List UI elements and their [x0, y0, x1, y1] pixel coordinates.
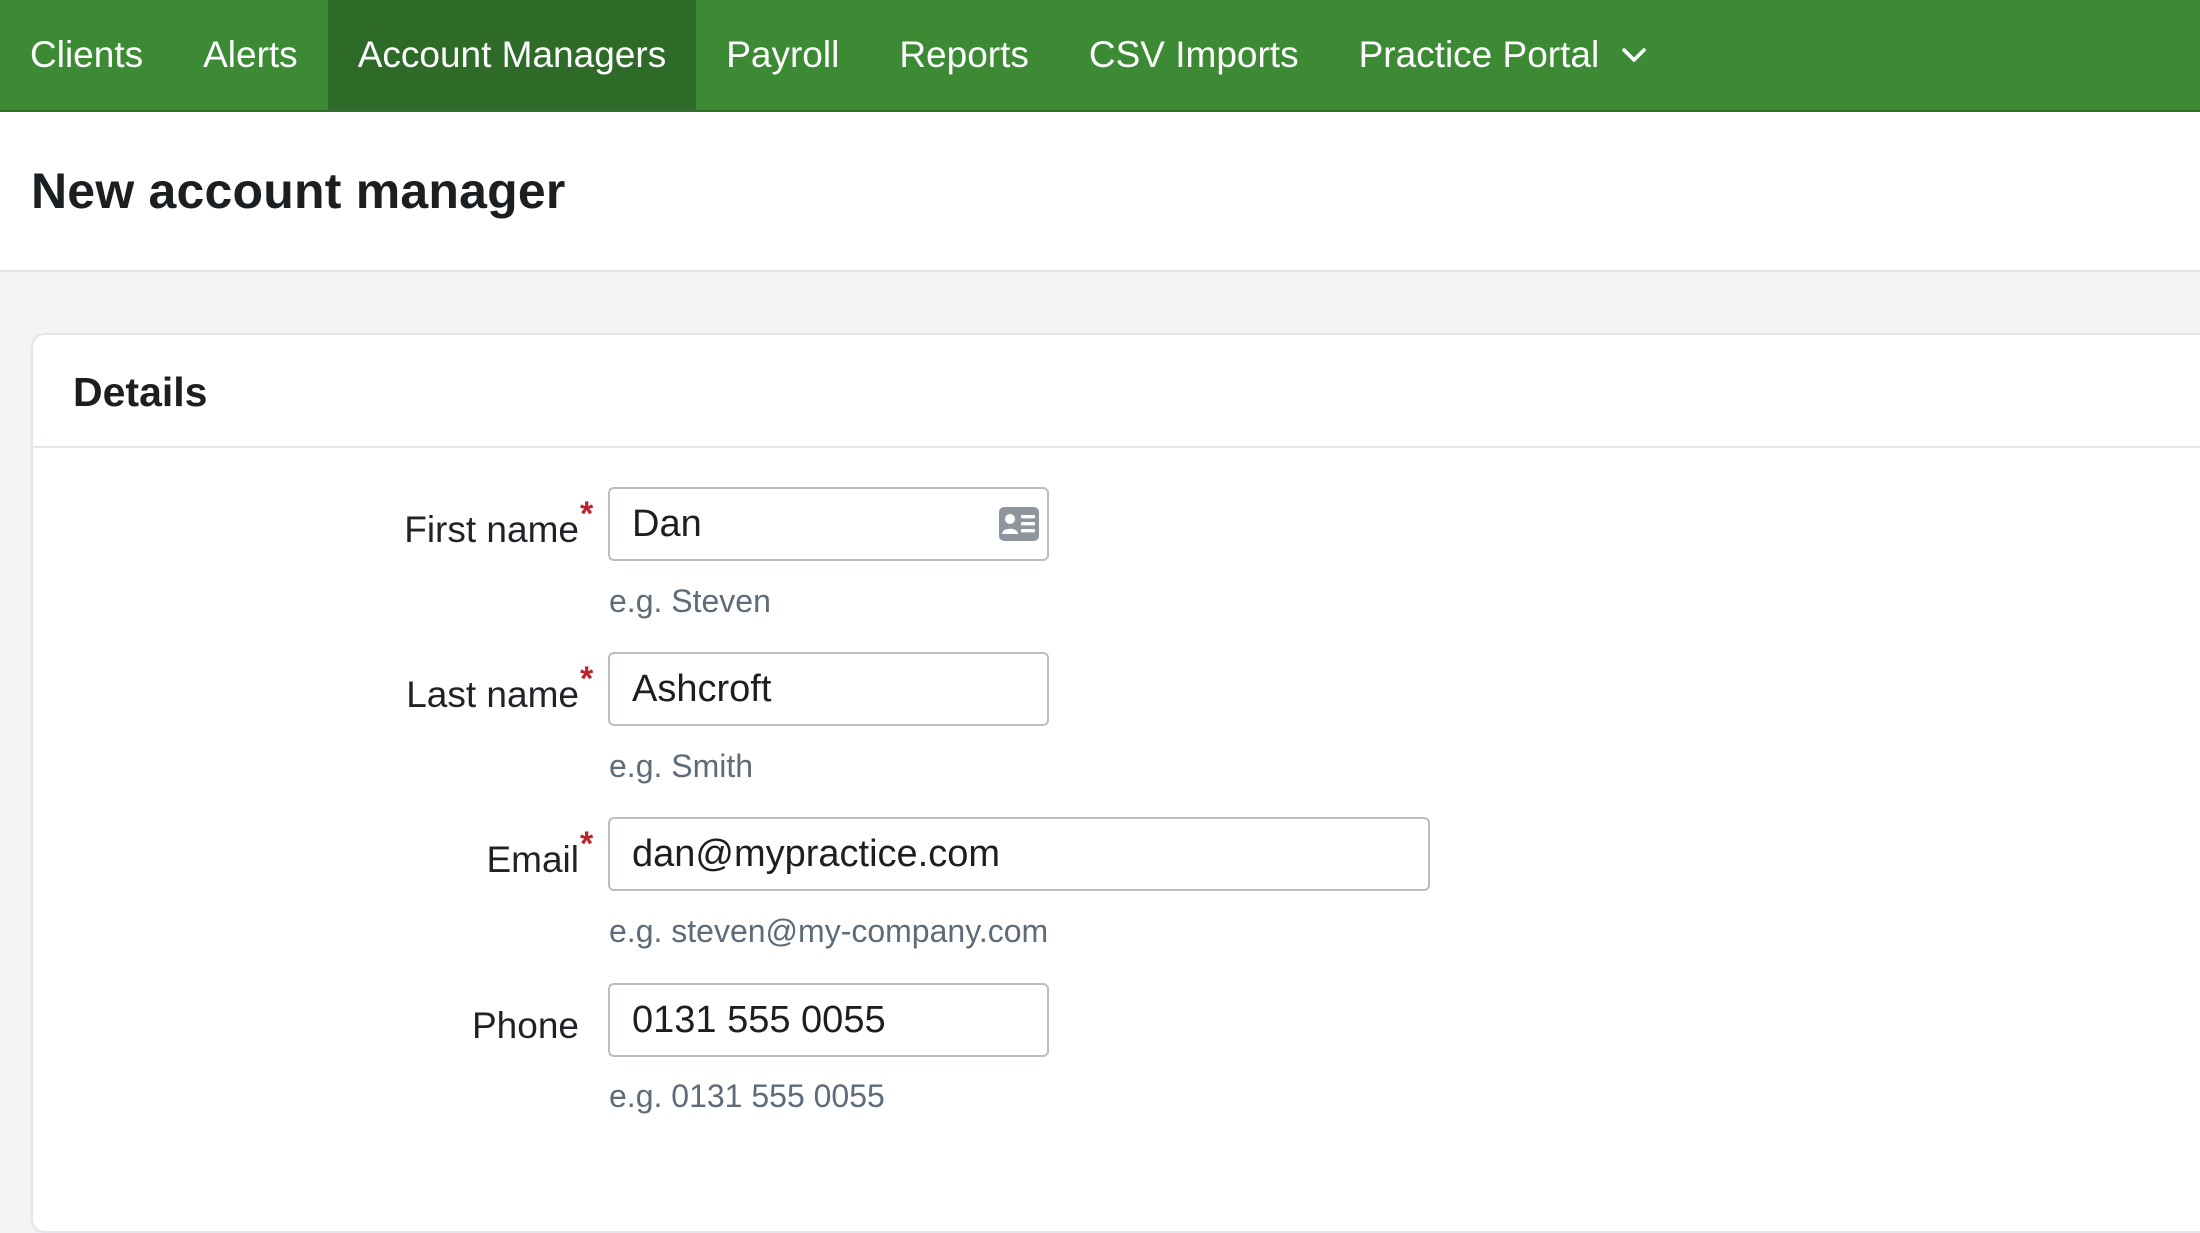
page-title: New account manager: [31, 163, 566, 219]
email-input[interactable]: [608, 817, 1430, 891]
required-marker: *: [580, 660, 594, 698]
last-name-label: Last name: [406, 674, 579, 715]
chevron-down-icon: [1621, 46, 1647, 64]
card-header: Details: [33, 335, 2200, 448]
nav-item-clients[interactable]: Clients: [0, 0, 173, 110]
nav-item-label: Account Managers: [357, 34, 667, 75]
phone-input[interactable]: [608, 983, 1049, 1057]
nav-item-reports[interactable]: Reports: [869, 0, 1059, 110]
first-name-label: First name: [404, 509, 579, 550]
nav-item-label: Clients: [30, 34, 144, 75]
card-title: Details: [73, 369, 208, 415]
required-marker: *: [580, 825, 594, 863]
page-header: New account manager: [0, 112, 2200, 272]
nav-item-label: Alerts: [203, 34, 298, 75]
email-hint: e.g. steven@my-company.com: [609, 913, 1049, 949]
last-name-hint: e.g. Smith: [609, 748, 754, 784]
details-card: Details First name * e.g. Steven Last na…: [31, 333, 2200, 1233]
nav-item-alerts[interactable]: Alerts: [173, 0, 328, 110]
nav-item-account-managers[interactable]: Account Managers: [327, 0, 697, 110]
nav-item-payroll[interactable]: Payroll: [696, 0, 869, 110]
top-navigation: Clients Alerts Account Managers Payroll …: [0, 0, 2200, 112]
nav-item-label: Payroll: [726, 34, 840, 75]
nav-item-practice-portal[interactable]: Practice Portal: [1329, 0, 1678, 110]
nav-item-label: Practice Portal: [1358, 34, 1600, 75]
email-label: Email: [486, 839, 579, 880]
phone-label: Phone: [472, 1005, 579, 1046]
nav-item-label: Reports: [899, 34, 1029, 75]
contact-card-icon[interactable]: [999, 507, 1039, 541]
required-marker: *: [580, 495, 594, 533]
nav-item-csv-imports[interactable]: CSV Imports: [1059, 0, 1329, 110]
nav-item-label: CSV Imports: [1088, 34, 1299, 75]
first-name-hint: e.g. Steven: [609, 583, 771, 619]
last-name-input[interactable]: [608, 652, 1049, 726]
phone-hint: e.g. 0131 555 0055: [609, 1078, 885, 1114]
first-name-input[interactable]: [608, 487, 1049, 561]
